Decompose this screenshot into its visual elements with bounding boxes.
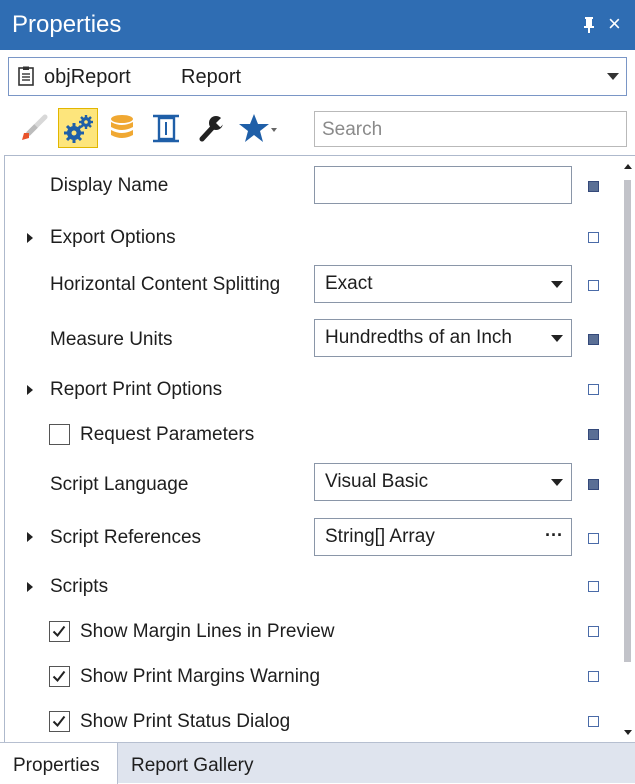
property-marker[interactable]	[588, 334, 599, 345]
chevron-down-icon[interactable]	[607, 73, 619, 80]
horizontal-splitting-select[interactable]: Exact	[314, 265, 572, 303]
script-language-select[interactable]: Visual Basic	[314, 463, 572, 501]
request-parameters-checkbox[interactable]	[49, 424, 70, 445]
field-value: String[] Array	[325, 526, 435, 547]
scroll-down-icon[interactable]	[624, 730, 632, 735]
property-row: Show Print Margins Warning	[5, 661, 605, 695]
property-row: Export Options	[5, 222, 605, 256]
wrench-button[interactable]	[190, 108, 230, 148]
expand-arrow-icon[interactable]	[27, 582, 33, 592]
property-row: Request Parameters	[5, 419, 605, 453]
chevron-down-icon[interactable]	[551, 335, 563, 342]
close-button[interactable]: ×	[608, 12, 628, 36]
property-row: Show Print Status Dialog	[5, 706, 605, 740]
property-marker[interactable]	[588, 626, 599, 637]
title-bar: Properties ×	[0, 0, 635, 50]
select-value: Visual Basic	[325, 471, 429, 492]
pin-icon[interactable]	[582, 16, 596, 34]
checkmark-icon	[52, 625, 66, 638]
object-type: Report	[181, 66, 242, 88]
select-value: Exact	[325, 273, 373, 294]
expand-arrow-icon[interactable]	[27, 532, 33, 542]
property-marker[interactable]	[588, 479, 599, 490]
layout-button[interactable]	[146, 108, 186, 148]
layout-icon	[153, 114, 179, 143]
show-margin-lines-checkbox[interactable]	[49, 621, 70, 642]
property-label: Show Print Margins Warning	[80, 666, 321, 687]
property-marker[interactable]	[588, 181, 599, 192]
expand-arrow-icon[interactable]	[27, 385, 33, 395]
property-marker[interactable]	[588, 429, 599, 440]
property-row: Show Margin Lines in Preview	[5, 616, 605, 650]
property-row: Display Name	[5, 164, 605, 208]
star-icon	[239, 114, 277, 142]
property-row: Script Language Visual Basic	[5, 461, 605, 505]
object-selector[interactable]: objReport Report	[8, 57, 627, 96]
property-marker[interactable]	[588, 384, 599, 395]
property-label: Show Print Status Dialog	[80, 711, 291, 732]
gears-icon	[64, 115, 93, 143]
database-button[interactable]	[102, 108, 142, 148]
property-row: Horizontal Content Splitting Exact	[5, 263, 605, 307]
object-name: objReport	[44, 66, 131, 88]
search-placeholder: Search	[322, 119, 383, 140]
wrench-icon	[199, 116, 226, 142]
show-print-margins-warning-checkbox[interactable]	[49, 666, 70, 687]
script-references-field[interactable]: String[] Array ···	[314, 518, 572, 556]
show-print-status-dialog-checkbox[interactable]	[49, 711, 70, 732]
chevron-down-icon[interactable]	[551, 479, 563, 486]
gears-button[interactable]	[58, 108, 98, 148]
property-label: Horizontal Content Splitting	[50, 274, 281, 295]
checkmark-icon	[52, 670, 66, 683]
property-marker[interactable]	[588, 533, 599, 544]
paintbrush-icon	[22, 114, 48, 140]
favorites-button[interactable]	[234, 108, 298, 148]
property-label: Scripts	[50, 576, 109, 597]
bottom-tab-bar: Properties Report Gallery	[0, 742, 635, 784]
tab-report-gallery[interactable]: Report Gallery	[118, 743, 288, 784]
property-label: Export Options	[50, 227, 176, 248]
clipboard-icon	[18, 66, 34, 91]
tab-properties[interactable]: Properties	[0, 743, 118, 784]
display-name-input[interactable]	[314, 166, 572, 204]
property-row: Report Print Options	[5, 374, 605, 408]
property-marker[interactable]	[588, 671, 599, 682]
property-marker[interactable]	[588, 280, 599, 291]
scroll-up-icon[interactable]	[624, 164, 632, 169]
property-label: Display Name	[50, 175, 169, 196]
vertical-scrollbar[interactable]	[620, 158, 635, 742]
search-input[interactable]: Search	[314, 111, 627, 147]
panel-title: Properties	[12, 11, 122, 38]
checkmark-icon	[52, 715, 66, 728]
chevron-down-icon[interactable]	[551, 281, 563, 288]
property-label: Request Parameters	[80, 424, 255, 445]
property-label: Measure Units	[50, 329, 173, 350]
database-icon	[111, 115, 133, 138]
measure-units-select[interactable]: Hundredths of an Inch	[314, 319, 572, 357]
property-row: Script References String[] Array ···	[5, 515, 605, 559]
ellipsis-button[interactable]: ···	[545, 524, 563, 546]
property-row: Measure Units Hundredths of an Inch	[5, 316, 605, 360]
property-label: Script References	[50, 527, 202, 548]
property-row: Scripts	[5, 571, 605, 605]
property-label: Report Print Options	[50, 379, 223, 400]
select-value: Hundredths of an Inch	[325, 327, 512, 348]
property-marker[interactable]	[588, 581, 599, 592]
property-grid: Display Name Export Options Horizontal C…	[4, 155, 635, 742]
property-label: Show Margin Lines in Preview	[80, 621, 335, 642]
property-marker[interactable]	[588, 232, 599, 243]
scroll-thumb[interactable]	[624, 180, 631, 662]
paintbrush-button[interactable]	[14, 108, 54, 148]
property-label: Script Language	[50, 474, 189, 495]
property-marker[interactable]	[588, 716, 599, 727]
expand-arrow-icon[interactable]	[27, 233, 33, 243]
